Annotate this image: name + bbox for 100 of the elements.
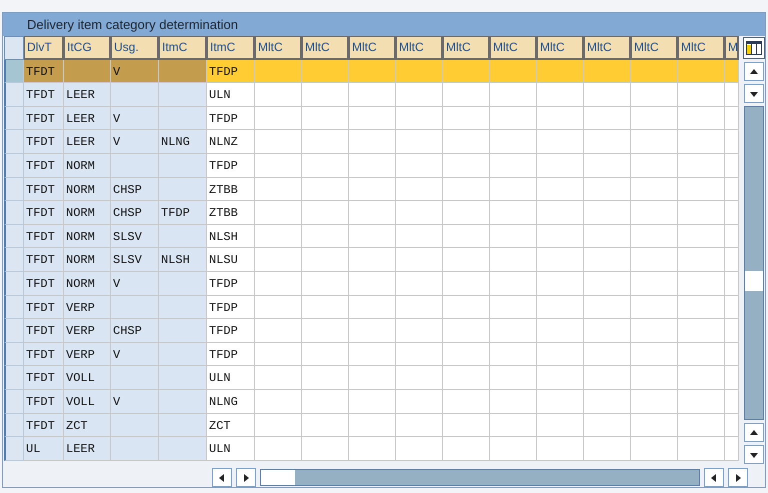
row-selector[interactable] bbox=[4, 390, 24, 414]
table-cell: TFDT bbox=[24, 224, 64, 248]
table-cell: TFDT bbox=[24, 154, 64, 178]
table-cell: NLNZ bbox=[207, 130, 255, 154]
panel-title: Delivery item category determination bbox=[27, 17, 238, 32]
column-header[interactable]: MltC bbox=[537, 36, 584, 60]
table-cell: TFDT bbox=[24, 272, 64, 296]
row-selector[interactable] bbox=[4, 366, 24, 390]
column-header[interactable]: MltC bbox=[678, 36, 725, 60]
column-header[interactable]: DlvT bbox=[24, 36, 64, 60]
table-cell: V bbox=[111, 272, 159, 296]
scroll-down-button[interactable] bbox=[744, 445, 764, 464]
table-cell: ZTBB bbox=[207, 201, 255, 225]
vertical-scrollbar[interactable] bbox=[744, 106, 764, 420]
column-header[interactable]: MltC bbox=[255, 36, 302, 60]
scroll-right-button[interactable] bbox=[236, 468, 256, 487]
table-cell: NLSH bbox=[207, 224, 255, 248]
row-selector[interactable] bbox=[4, 178, 24, 202]
column-header[interactable]: MltC bbox=[302, 36, 349, 60]
table-cell: VOLL bbox=[64, 390, 111, 414]
row-selector[interactable] bbox=[4, 201, 24, 225]
table-cell: ZTBB bbox=[207, 178, 255, 202]
scroll-right-button[interactable] bbox=[728, 468, 748, 487]
table-cell: TFDP bbox=[207, 342, 255, 366]
table-cell: TFDP bbox=[207, 272, 255, 296]
row-selector[interactable] bbox=[4, 130, 24, 154]
table-cell: TFDT bbox=[24, 319, 64, 343]
column-header[interactable]: M bbox=[725, 36, 739, 60]
column-header[interactable]: MltC bbox=[443, 36, 490, 60]
table-cell: NLSH bbox=[159, 248, 207, 272]
triangle-up-icon bbox=[749, 66, 759, 76]
triangle-left-icon bbox=[709, 472, 719, 482]
table-cell: NORM bbox=[64, 224, 111, 248]
column-settings-button[interactable] bbox=[743, 37, 765, 59]
table-cell: TFDT bbox=[24, 178, 64, 202]
table-cell: TFDT bbox=[24, 414, 64, 438]
row-selector[interactable] bbox=[4, 60, 24, 84]
scroll-left-button[interactable] bbox=[212, 468, 232, 487]
select-all-cell[interactable] bbox=[4, 36, 24, 60]
column-header[interactable]: MltC bbox=[490, 36, 537, 60]
row-selector[interactable] bbox=[4, 154, 24, 178]
table-cell: V bbox=[111, 342, 159, 366]
column-header[interactable]: Usg. bbox=[111, 36, 159, 60]
table-cell: VOLL bbox=[64, 366, 111, 390]
scroll-up-button[interactable] bbox=[744, 423, 764, 442]
row-selector[interactable] bbox=[4, 224, 24, 248]
table-cell: TFDT bbox=[24, 83, 64, 107]
column-header[interactable]: MltC bbox=[349, 36, 396, 60]
scroll-left-button[interactable] bbox=[704, 468, 724, 487]
table-cell: ULN bbox=[207, 366, 255, 390]
table-cell: TFDT bbox=[24, 106, 64, 130]
scrollbar-thumb[interactable] bbox=[745, 271, 763, 292]
table-cell: TFDP bbox=[207, 319, 255, 343]
table-cell: V bbox=[111, 130, 159, 154]
row-selector[interactable] bbox=[4, 342, 24, 366]
column-header[interactable]: ItmC bbox=[159, 36, 207, 60]
table-cell: TFDT bbox=[24, 366, 64, 390]
row-selector[interactable] bbox=[4, 248, 24, 272]
table-cell: V bbox=[111, 390, 159, 414]
row-selector[interactable] bbox=[4, 437, 24, 461]
triangle-right-icon bbox=[241, 472, 251, 482]
table-cell: TFDP bbox=[207, 106, 255, 130]
table-cell: CHSP bbox=[111, 178, 159, 202]
row-selector[interactable] bbox=[4, 296, 24, 320]
horizontal-scrollbar[interactable] bbox=[260, 469, 700, 486]
columns-icon bbox=[746, 41, 762, 55]
row-selector[interactable] bbox=[4, 272, 24, 296]
column-header[interactable]: MltC bbox=[584, 36, 631, 60]
table-cell: CHSP bbox=[111, 319, 159, 343]
table-cell: LEER bbox=[64, 106, 111, 130]
table-cell: ZCT bbox=[207, 414, 255, 438]
column-header[interactable]: MltC bbox=[396, 36, 443, 60]
table-cell: TFDP bbox=[207, 296, 255, 320]
table-cell: VERP bbox=[64, 319, 111, 343]
table-cell: TFDP bbox=[207, 60, 255, 84]
table-cell: TFDP bbox=[207, 154, 255, 178]
column-header[interactable]: MltC bbox=[631, 36, 678, 60]
table-cell: NORM bbox=[64, 178, 111, 202]
table-cell: ULN bbox=[207, 437, 255, 461]
table-cell: LEER bbox=[64, 437, 111, 461]
table-cell: NLSU bbox=[207, 248, 255, 272]
scroll-up-button[interactable] bbox=[744, 62, 764, 81]
table-cell: V bbox=[111, 106, 159, 130]
table-cell: NLNG bbox=[207, 390, 255, 414]
table-cell: NORM bbox=[64, 272, 111, 296]
table-cell: NORM bbox=[64, 201, 111, 225]
table-cell: TFDT bbox=[24, 248, 64, 272]
scroll-down-button[interactable] bbox=[744, 84, 764, 103]
table-cell: V bbox=[111, 60, 159, 84]
table-cell: TFDT bbox=[24, 296, 64, 320]
scrollbar-thumb[interactable] bbox=[261, 470, 295, 485]
row-selector[interactable] bbox=[4, 414, 24, 438]
row-selector[interactable] bbox=[4, 106, 24, 130]
column-header[interactable]: ItCG bbox=[64, 36, 111, 60]
row-selector[interactable] bbox=[4, 319, 24, 343]
triangle-right-icon bbox=[733, 472, 743, 482]
column-header[interactable]: ItmC bbox=[207, 36, 255, 60]
table-cell: LEER bbox=[64, 83, 111, 107]
table-cell: TFDT bbox=[24, 130, 64, 154]
row-selector[interactable] bbox=[4, 83, 24, 107]
